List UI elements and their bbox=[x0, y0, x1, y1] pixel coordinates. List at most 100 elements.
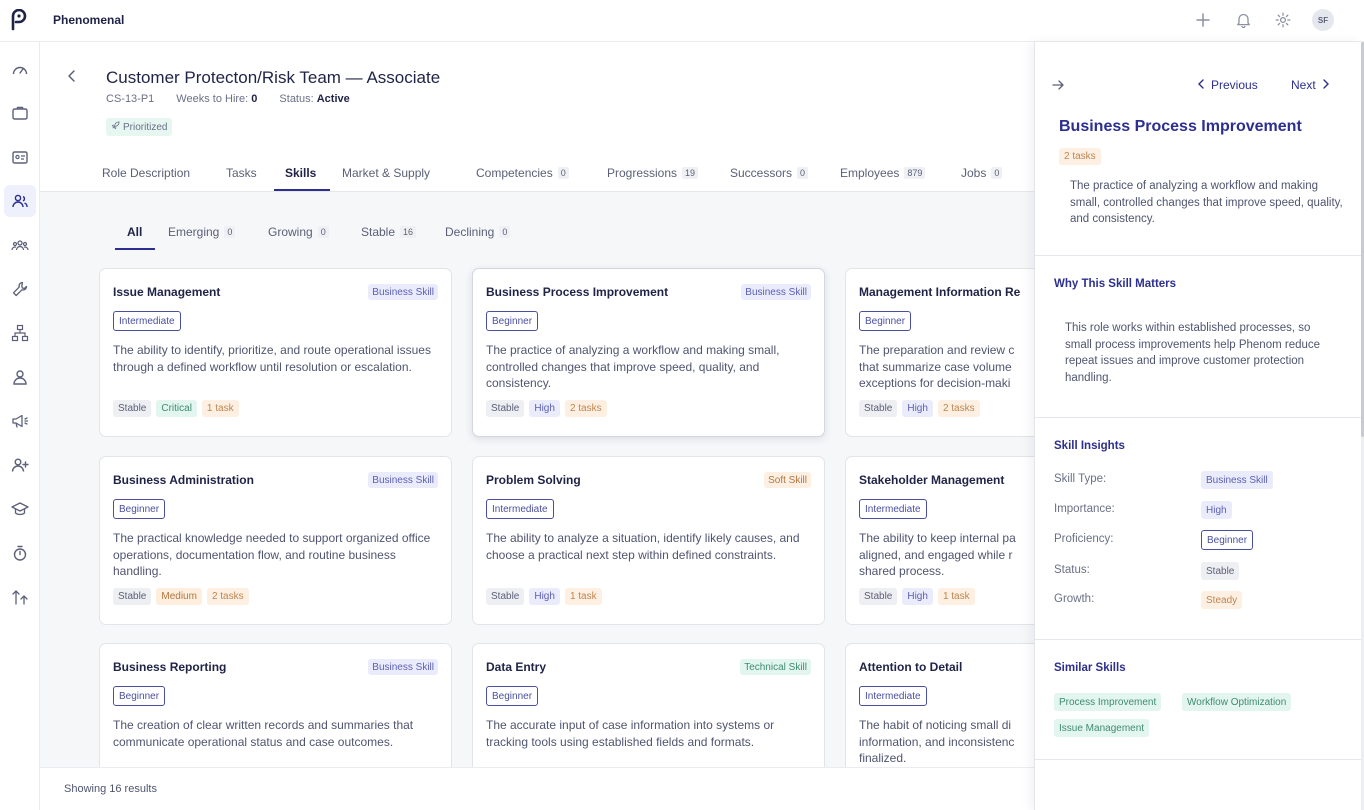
main-content: Customer Protecton/Risk Team — Associate… bbox=[40, 42, 1034, 810]
importance-badge: High bbox=[529, 400, 560, 417]
results-footer: Showing 16 results bbox=[40, 767, 1034, 810]
skill-card-issue-management[interactable]: Issue Management Business Skill Intermed… bbox=[99, 268, 452, 437]
proficiency-value: Beginner bbox=[1201, 530, 1254, 550]
insight-label: Growth: bbox=[1054, 593, 1095, 605]
skill-card-stakeholder-management[interactable]: Stakeholder Management Intermediate The … bbox=[845, 456, 1034, 625]
tasks-badge: 1 task bbox=[201, 400, 239, 417]
proficiency-badge: Beginner bbox=[113, 499, 166, 519]
skill-title: Management Information Re bbox=[859, 285, 1021, 299]
trend-filters: All Emerging 0 Growing 0 Stable 16 Declinin… bbox=[40, 192, 1034, 252]
next-button[interactable]: Next bbox=[1291, 78, 1330, 92]
proficiency-badge: Intermediate bbox=[859, 499, 927, 519]
tab-employees[interactable]: Employees 879 bbox=[840, 166, 926, 180]
skill-type-badge: Business Skill bbox=[741, 284, 811, 300]
dashboard-icon[interactable] bbox=[4, 54, 36, 86]
filter-declining[interactable]: Declining 0 bbox=[445, 225, 511, 239]
gear-icon[interactable] bbox=[1272, 9, 1294, 31]
role-tabs: Role Description Tasks Skills Market & S… bbox=[40, 154, 1034, 192]
id-card-icon[interactable] bbox=[4, 141, 36, 173]
prioritized-badge: Prioritized bbox=[106, 118, 173, 136]
role-meta: CS-13-P1 Weeks to Hire: 0 Status: Active bbox=[106, 93, 350, 105]
graduation-cap-icon[interactable] bbox=[4, 493, 36, 525]
status-badge: Stable bbox=[113, 400, 152, 417]
why-skill-matters-title: Why This Skill Matters bbox=[1054, 278, 1177, 290]
stopwatch-icon[interactable] bbox=[4, 537, 36, 569]
similar-skill-chip[interactable]: Issue Management bbox=[1054, 719, 1150, 737]
filter-count: 0 bbox=[224, 226, 236, 238]
importance-badge: Critical bbox=[156, 400, 197, 417]
tab-role-description[interactable]: Role Description bbox=[102, 166, 190, 180]
team-icon[interactable] bbox=[4, 229, 36, 261]
proficiency-badge: Intermediate bbox=[859, 686, 927, 706]
importance-badge: High bbox=[529, 588, 560, 605]
filter-stable[interactable]: Stable 16 bbox=[361, 225, 417, 239]
briefcase-icon[interactable] bbox=[4, 97, 36, 129]
tab-count: 19 bbox=[682, 167, 699, 179]
filter-emerging[interactable]: Emerging 0 bbox=[168, 225, 236, 239]
tab-market-supply[interactable]: Market & Supply bbox=[342, 166, 430, 180]
skill-card-problem-solving[interactable]: Problem Solving Soft Skill Intermediate … bbox=[472, 456, 825, 625]
skill-description: The ability to identify, prioritize, and… bbox=[113, 343, 431, 374]
phenom-logo-icon[interactable] bbox=[9, 8, 29, 31]
skill-description: The preparation and review c that summar… bbox=[859, 343, 1015, 390]
roles-icon[interactable] bbox=[4, 185, 36, 217]
tab-progressions[interactable]: Progressions 19 bbox=[607, 166, 699, 180]
panel-skill-description: The practice of analyzing a workflow and… bbox=[1070, 180, 1343, 225]
tab-tasks[interactable]: Tasks bbox=[226, 166, 257, 180]
brand-name: Phenomenal bbox=[53, 13, 125, 27]
role-status: Status: Active bbox=[279, 93, 350, 105]
results-count: Showing 16 results bbox=[64, 783, 157, 795]
importance-badge: Medium bbox=[156, 588, 202, 605]
filter-all[interactable]: All bbox=[127, 225, 142, 239]
hierarchy-icon[interactable] bbox=[4, 317, 36, 349]
skill-type-badge: Business Skill bbox=[368, 659, 438, 675]
status-badge: Stable bbox=[859, 588, 898, 605]
tab-skills[interactable]: Skills bbox=[285, 166, 316, 180]
person-icon[interactable] bbox=[4, 361, 36, 393]
skill-card-business-process-improvement[interactable]: Business Process Improvement Business Sk… bbox=[472, 268, 825, 437]
skill-title: Issue Management bbox=[113, 285, 221, 299]
filter-growing[interactable]: Growing 0 bbox=[268, 225, 329, 239]
skill-title: Stakeholder Management bbox=[859, 473, 1005, 487]
skill-title: Business Process Improvement bbox=[486, 285, 669, 299]
similar-skill-chip[interactable]: Workflow Optimization bbox=[1182, 693, 1292, 711]
previous-button[interactable]: Previous bbox=[1197, 78, 1258, 92]
status-badge: Stable bbox=[113, 588, 152, 605]
tab-count: 0 bbox=[797, 167, 809, 179]
tab-competencies[interactable]: Competencies 0 bbox=[476, 166, 569, 180]
filter-count: 0 bbox=[499, 226, 511, 238]
wrench-icon[interactable] bbox=[4, 273, 36, 305]
proficiency-badge: Beginner bbox=[113, 686, 166, 706]
skill-card-business-administration[interactable]: Business Administration Business Skill B… bbox=[99, 456, 452, 625]
skill-description: The practice of analyzing a workflow and… bbox=[486, 343, 780, 390]
skill-title: Problem Solving bbox=[486, 473, 581, 487]
skill-card-management-information-reporting[interactable]: Management Information Re Beginner The p… bbox=[845, 268, 1034, 437]
page-title: Customer Protecton/Risk Team — Associate bbox=[106, 68, 441, 87]
role-code: CS-13-P1 bbox=[106, 93, 155, 105]
skill-title: Data Entry bbox=[486, 660, 547, 674]
close-panel-arrow-icon[interactable] bbox=[1051, 78, 1065, 92]
skill-type-badge: Soft Skill bbox=[764, 472, 811, 488]
tab-jobs[interactable]: Jobs 0 bbox=[961, 166, 1003, 180]
top-bar: Phenomenal SF bbox=[0, 0, 1364, 42]
user-add-icon[interactable] bbox=[4, 449, 36, 481]
similar-skill-chip[interactable]: Process Improvement bbox=[1054, 693, 1162, 711]
tab-successors[interactable]: Successors 0 bbox=[730, 166, 809, 180]
back-chevron-icon[interactable] bbox=[64, 68, 80, 84]
megaphone-icon[interactable] bbox=[4, 405, 36, 437]
skill-type-value: Business Skill bbox=[1201, 471, 1273, 489]
rocket-icon bbox=[111, 121, 120, 133]
insight-label: Importance: bbox=[1054, 503, 1115, 515]
avatar[interactable]: SF bbox=[1312, 9, 1334, 31]
tasks-badge: 1 task bbox=[937, 588, 975, 605]
status-value: Stable bbox=[1201, 562, 1240, 580]
sidebar bbox=[0, 42, 40, 810]
divider bbox=[1035, 759, 1362, 760]
skill-description: The habit of noticing small di informati… bbox=[859, 718, 1015, 765]
status-badge: Stable bbox=[486, 400, 525, 417]
add-icon[interactable] bbox=[1192, 9, 1214, 31]
status-badge: Stable bbox=[486, 588, 525, 605]
similar-skills-title: Similar Skills bbox=[1054, 662, 1126, 674]
bell-icon[interactable] bbox=[1232, 9, 1254, 31]
career-path-icon[interactable] bbox=[4, 581, 36, 613]
